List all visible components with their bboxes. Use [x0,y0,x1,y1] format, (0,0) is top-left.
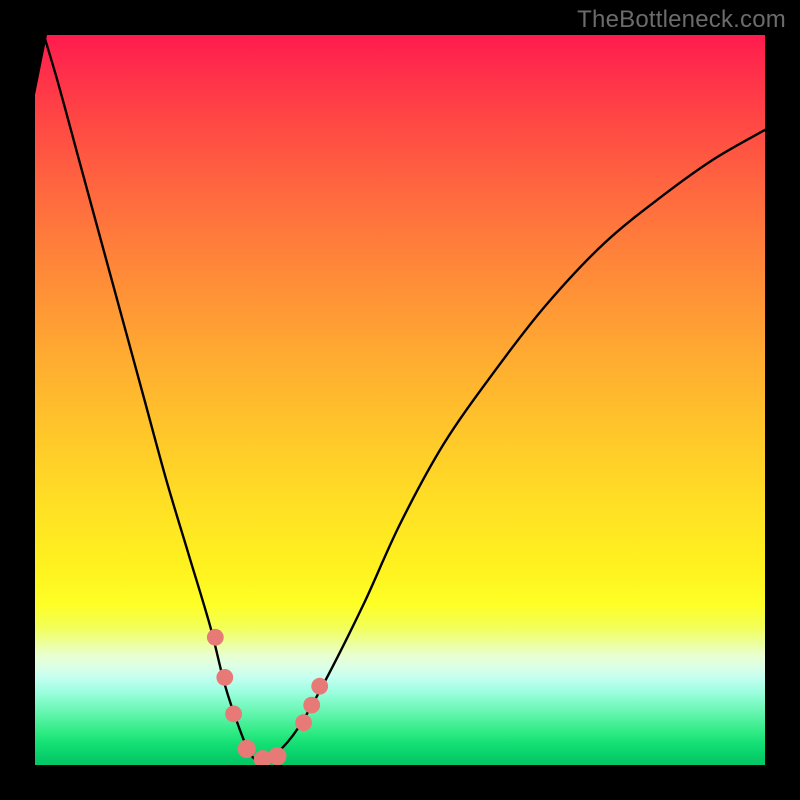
marker-dot [303,697,320,714]
marker-dot [207,629,224,646]
watermark-text: TheBottleneck.com [577,6,786,34]
marker-dot [225,706,242,723]
plot-area [35,35,765,765]
curve-markers [207,629,328,765]
marker-dot [216,669,233,686]
bottleneck-curve [35,35,765,761]
marker-dot [268,747,286,765]
marker-dot [295,714,312,731]
marker-dot [311,678,328,695]
marker-dot [238,740,256,758]
curve-layer [35,35,765,765]
chart-frame: TheBottleneck.com [0,0,800,800]
